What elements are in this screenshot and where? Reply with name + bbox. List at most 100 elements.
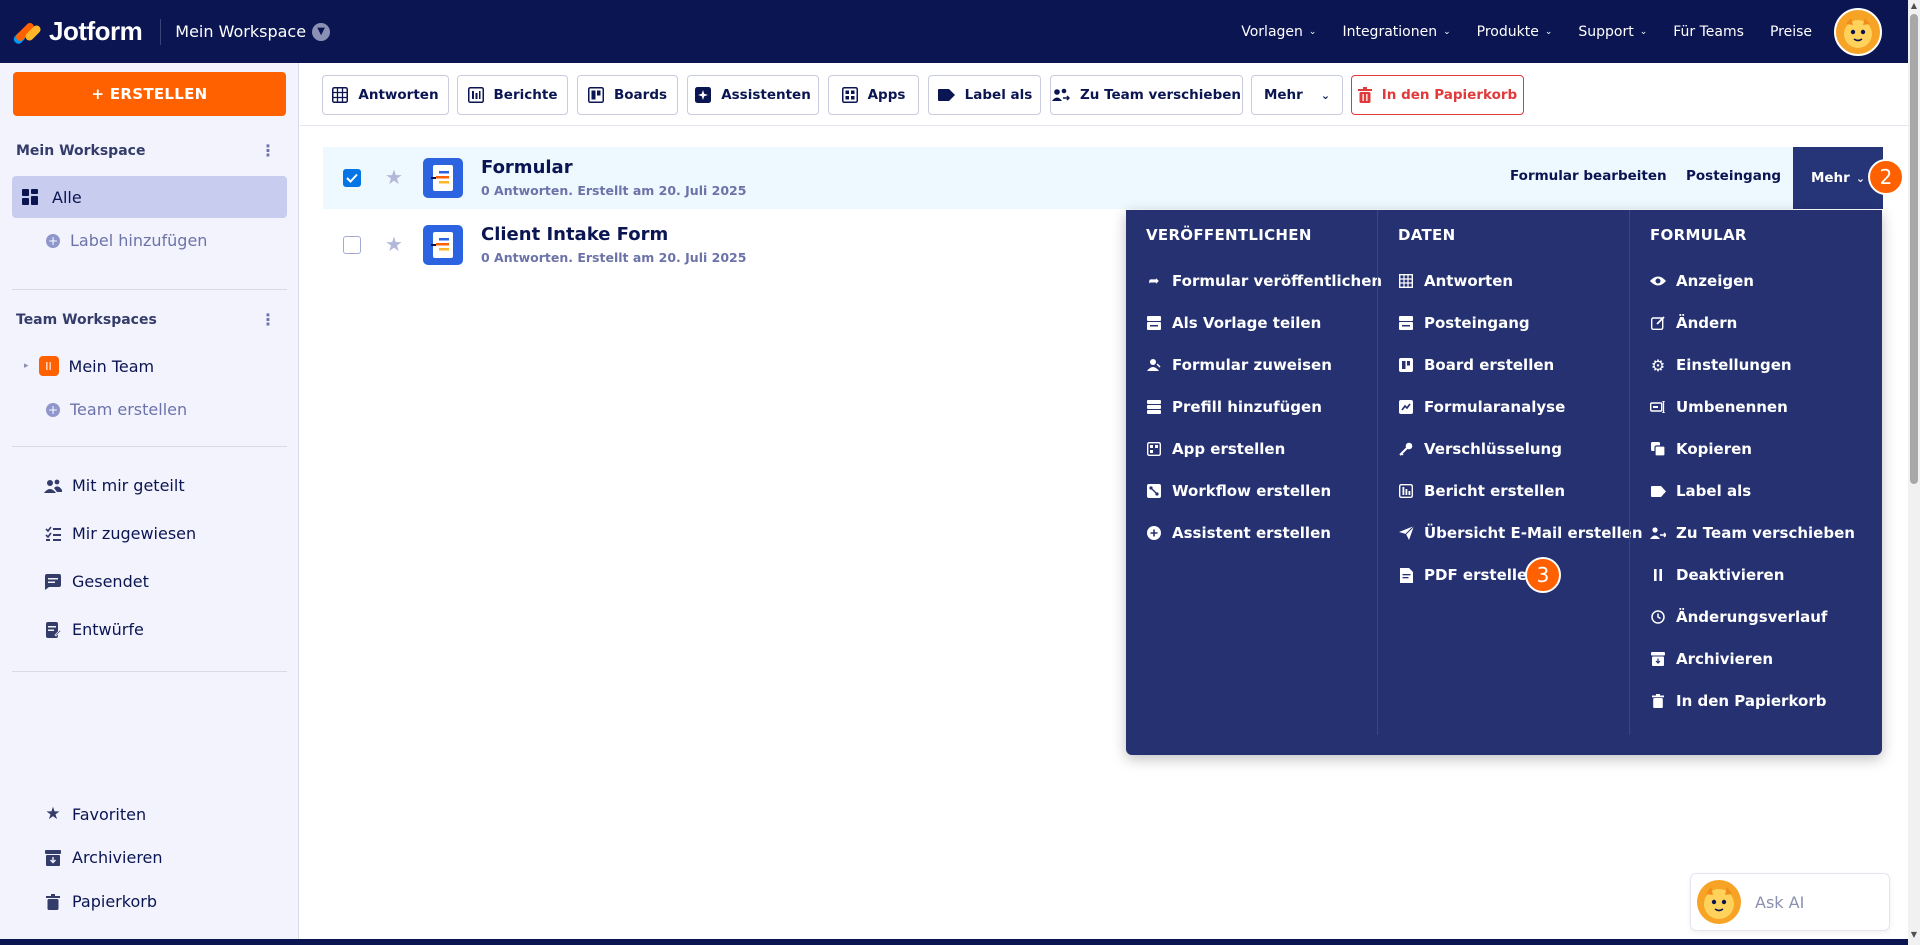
favorite-star-icon[interactable]: ★ [385, 165, 403, 189]
menu-item-archive[interactable]: Archivieren [1650, 650, 1773, 668]
sidebar-item-all[interactable]: Alle [12, 176, 287, 218]
row-checkbox[interactable] [343, 236, 361, 254]
jotform-logo-icon [12, 18, 43, 46]
section-my-workspace: Mein Workspace [16, 143, 146, 159]
chevron-down-icon: ⌄ [1320, 88, 1331, 102]
row-checkbox[interactable] [343, 169, 361, 187]
menu-item-edit[interactable]: Ändern [1650, 314, 1737, 332]
inbox-link[interactable]: Posteingang [1686, 168, 1781, 184]
menu-item-create-board[interactable]: Board erstellen [1398, 356, 1554, 374]
favorite-star-icon[interactable]: ★ [385, 232, 403, 256]
sidebar-item-trash[interactable]: Papierkorb [44, 892, 157, 911]
menu-item-encryption[interactable]: Verschlüsselung [1398, 440, 1562, 458]
menu-heading-data: DATEN [1398, 226, 1456, 244]
scroll-up-arrow-icon[interactable]: ▲ [1908, 0, 1920, 12]
apps-button[interactable]: Apps [828, 75, 919, 115]
menu-item-responses[interactable]: Antworten [1398, 272, 1513, 290]
scroll-down-arrow-icon[interactable]: ▼ [1908, 929, 1920, 941]
more-vertical-icon[interactable]: ⋮ [260, 141, 276, 160]
responses-button[interactable]: Antworten [322, 75, 449, 115]
apps-icon [841, 87, 858, 103]
ask-ai-button[interactable]: Ask AI [1690, 873, 1890, 931]
sidebar-item-drafts[interactable]: Entwürfe [44, 620, 144, 639]
menu-item-move-to-team[interactable]: Zu Team verschieben [1650, 524, 1855, 542]
move-to-team-button[interactable]: Zu Team verschieben [1050, 75, 1243, 115]
workspace-switcher[interactable]: Mein Workspace ▼ [175, 22, 331, 41]
assistants-button[interactable]: Assistenten [687, 75, 819, 115]
move-to-trash-button[interactable]: In den Papierkorb [1351, 75, 1524, 115]
form-meta: 0 Antworten. Erstellt am 20. Juli 2025 [481, 183, 747, 198]
scrollbar-thumb[interactable] [1910, 14, 1918, 484]
menu-item-publish-form[interactable]: ➦ Formular veröffentlichen [1146, 272, 1383, 290]
nav-templates[interactable]: Vorlagen ⌄ [1241, 24, 1316, 40]
workflow-icon [1146, 483, 1162, 499]
sidebar-item-assigned[interactable]: Mir zugewiesen [44, 524, 196, 543]
sidebar-item-shared[interactable]: Mit mir geteilt [44, 476, 185, 495]
menu-item-add-prefill[interactable]: Prefill hinzufügen [1146, 398, 1322, 416]
plus-circle-icon: + [46, 233, 60, 248]
reports-button[interactable]: Berichte [457, 75, 568, 115]
sidebar-item-archive[interactable]: Archivieren [44, 848, 163, 867]
menu-item-digest-email[interactable]: Übersicht E-Mail erstellen [1398, 524, 1643, 542]
boards-button[interactable]: Boards [577, 75, 678, 115]
create-button[interactable]: + ERSTELLEN [13, 72, 286, 116]
menu-item-rename[interactable]: Umbenennen [1650, 398, 1788, 416]
menu-item-create-assistant[interactable]: Assistent erstellen [1146, 524, 1331, 542]
menu-item-form-analytics[interactable]: Formularanalyse [1398, 398, 1565, 416]
menu-item-create-report[interactable]: Bericht erstellen [1398, 482, 1565, 500]
form-title[interactable]: Client Intake Form [481, 224, 668, 245]
sidebar-item-my-team[interactable]: ▸ II Mein Team [24, 356, 154, 376]
menu-item-label: In den Papierkorb [1676, 692, 1827, 710]
menu-item-create-app[interactable]: App erstellen [1146, 440, 1285, 458]
form-icon [423, 225, 463, 265]
section-team-workspaces: Team Workspaces [16, 312, 157, 328]
menu-item-create-workflow[interactable]: Workflow erstellen [1146, 482, 1331, 500]
jotform-logo[interactable]: Jotform [12, 16, 143, 47]
menu-item-disable[interactable]: Deaktivieren [1650, 566, 1784, 584]
nav-teams[interactable]: Für Teams [1673, 24, 1744, 40]
archive-icon [1650, 651, 1666, 667]
menu-item-share-template[interactable]: Als Vorlage teilen [1146, 314, 1321, 332]
user-avatar[interactable] [1834, 7, 1882, 56]
assistants-label: Assistenten [721, 87, 811, 103]
form-row[interactable]: ★ Formular 0 Antworten. Erstellt am 20. … [323, 147, 1883, 209]
menu-item-copy[interactable]: Kopieren [1650, 440, 1752, 458]
page-scrollbar[interactable]: ▲ ▼ [1908, 0, 1920, 945]
menu-item-label: PDF erstellen [1424, 566, 1538, 584]
nav-pricing[interactable]: Preise [1770, 24, 1812, 40]
more-vertical-icon[interactable]: ⋮ [260, 310, 276, 329]
divider [12, 671, 287, 672]
menu-item-create-pdf[interactable]: PDF erstellen [1398, 566, 1538, 584]
menu-item-assign-form[interactable]: Formular zuweisen [1146, 356, 1332, 374]
nav-support[interactable]: Support ⌄ [1578, 24, 1647, 40]
nav-products[interactable]: Produkte ⌄ [1477, 24, 1553, 40]
form-title[interactable]: Formular [481, 157, 573, 178]
trash-icon [44, 893, 62, 910]
menu-item-inbox[interactable]: Posteingang [1398, 314, 1530, 332]
add-label-button[interactable]: + Label hinzufügen [46, 231, 207, 250]
user-assign-icon [1146, 357, 1162, 373]
nav-products-label: Produkte [1476, 23, 1539, 40]
prefill-icon [1146, 399, 1162, 415]
plus-circle-icon: + [46, 402, 60, 417]
sidebar-item-favorites[interactable]: ★ Favoriten [44, 804, 146, 824]
label-as-button[interactable]: Label als [928, 75, 1041, 115]
menu-item-revision-history[interactable]: Änderungsverlauf [1650, 608, 1827, 626]
menu-item-move-to-trash[interactable]: In den Papierkorb [1650, 692, 1826, 710]
form-meta: 0 Antworten. Erstellt am 20. Juli 2025 [481, 250, 747, 265]
sidebar: + ERSTELLEN Mein Workspace ⋮ Alle + Labe… [0, 63, 299, 939]
more-actions-button[interactable]: Mehr ⌄ [1251, 75, 1343, 115]
nav-integrations[interactable]: Integrationen ⌄ [1342, 24, 1450, 40]
menu-item-view[interactable]: Anzeigen [1650, 272, 1754, 290]
sidebar-item-shared-label: Mit mir geteilt [72, 476, 185, 495]
draft-icon [44, 621, 62, 638]
menu-item-label-as[interactable]: Label als [1650, 482, 1751, 500]
sidebar-item-sent[interactable]: Gesendet [44, 572, 149, 591]
menu-item-label: Prefill hinzufügen [1172, 398, 1322, 416]
check-icon [346, 173, 358, 183]
create-team-button[interactable]: + Team erstellen [46, 400, 187, 419]
menu-item-label: Einstellungen [1676, 356, 1792, 374]
step-badge-3: 3 [1525, 557, 1561, 593]
menu-item-settings[interactable]: ⚙ Einstellungen [1650, 356, 1792, 375]
edit-form-link[interactable]: Formular bearbeiten [1510, 168, 1667, 184]
